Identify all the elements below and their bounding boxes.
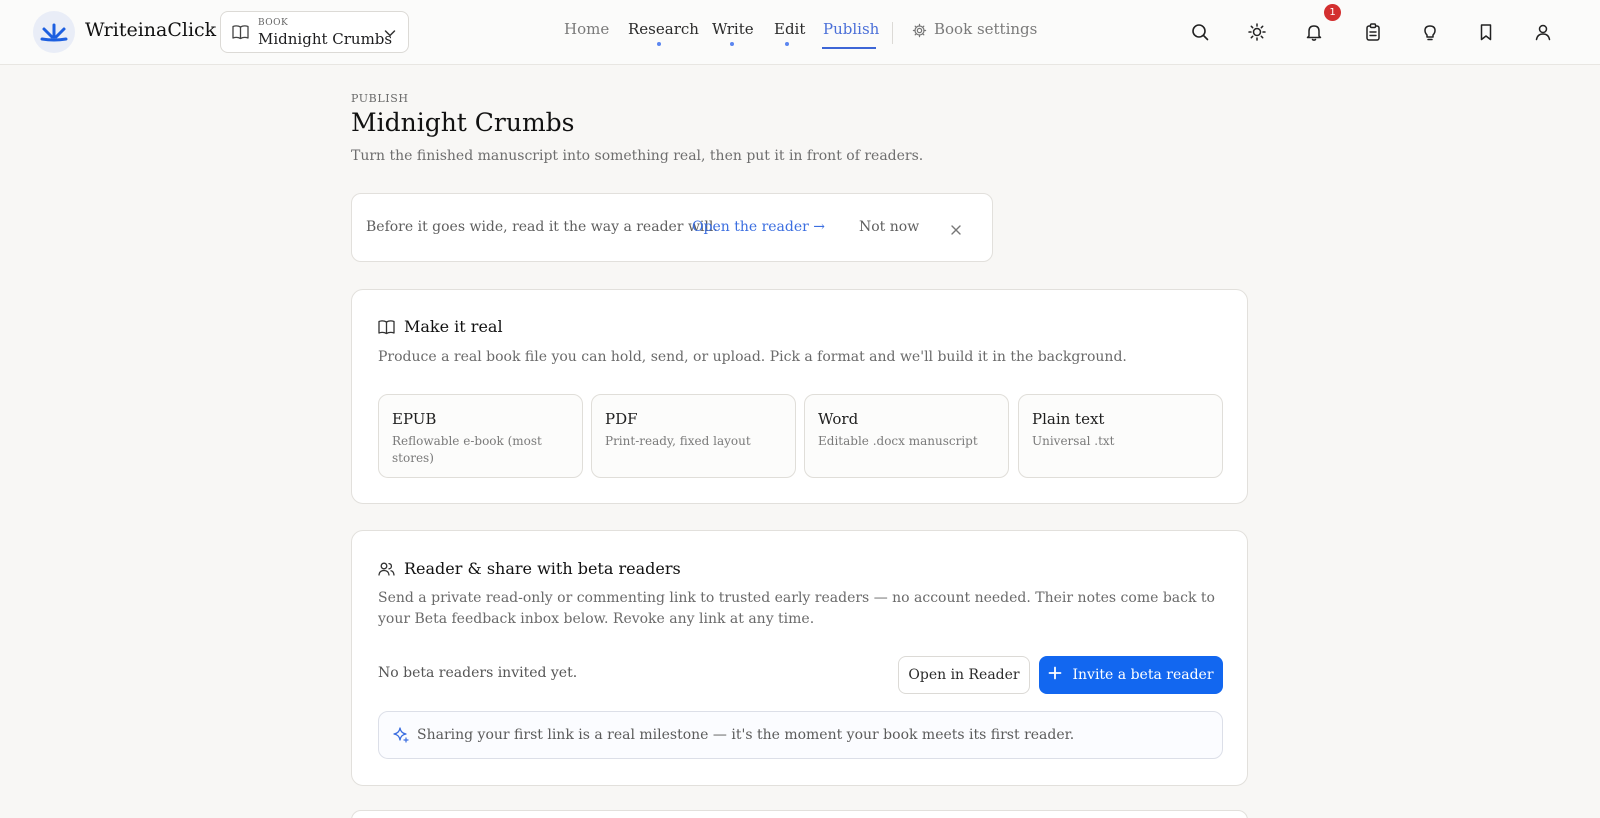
invite-beta-reader-button[interactable]: Invite a beta reader <box>1039 656 1223 694</box>
format-plain-text[interactable]: Plain text Universal .txt <box>1018 394 1223 478</box>
book-settings-label: Book settings <box>934 20 1038 38</box>
beta-readers-card: Reader & share with beta readers Send a … <box>351 530 1248 786</box>
beta-readers-empty-state: No beta readers invited yet. <box>378 665 578 681</box>
nav-publish[interactable]: Publish <box>823 20 879 38</box>
book-settings-link[interactable]: Book settings <box>912 20 1037 38</box>
format-epub[interactable]: EPUB Reflowable e-book (most stores) <box>378 394 583 478</box>
format-name: EPUB <box>392 410 437 428</box>
search-icon[interactable] <box>1189 21 1211 43</box>
nav-edit-dot <box>785 42 789 46</box>
nav-research-dot <box>657 42 661 46</box>
format-pdf[interactable]: PDF Print-ready, fixed layout <box>591 394 796 478</box>
invite-beta-reader-label: Invite a beta reader <box>1072 667 1214 683</box>
format-word[interactable]: Word Editable .docx manuscript <box>804 394 1009 478</box>
format-name: Plain text <box>1032 410 1105 428</box>
book-open-icon <box>232 24 249 44</box>
beta-readers-description: Send a private read-only or commenting l… <box>378 590 1215 627</box>
app-name[interactable]: WriteinaClick <box>85 19 216 41</box>
make-it-real-card: Make it real Produce a real book file yo… <box>351 289 1248 504</box>
format-description: Universal .txt <box>1032 434 1115 448</box>
clipboard-icon[interactable] <box>1362 21 1384 43</box>
plus-icon <box>1048 666 1062 684</box>
book-open-icon <box>378 319 395 339</box>
nav-write[interactable]: Write <box>712 20 754 38</box>
page-subtitle: Turn the finished manuscript into someth… <box>351 148 924 164</box>
not-now-button[interactable]: Not now <box>859 219 919 235</box>
bookmark-icon[interactable] <box>1475 21 1497 43</box>
reader-banner: Before it goes wide, read it the way a r… <box>351 193 993 262</box>
top-bar: WriteinaClick BOOK Midnight Crumbs Home … <box>0 0 1600 65</box>
book-selector[interactable]: BOOK Midnight Crumbs <box>220 11 409 53</box>
nav-research[interactable]: Research <box>628 20 699 38</box>
milestone-note: Sharing your first link is a real milest… <box>378 711 1223 759</box>
next-card <box>351 810 1248 818</box>
nav-active-underline <box>822 47 876 49</box>
page-title: Midnight Crumbs <box>351 108 575 137</box>
make-it-real-description: Produce a real book file you can hold, s… <box>378 349 1127 365</box>
user-icon[interactable] <box>1532 21 1554 43</box>
page-kicker: PUBLISH <box>351 92 409 105</box>
nav-divider <box>892 22 893 44</box>
milestone-text: Sharing your first link is a real milest… <box>417 727 1075 743</box>
book-selector-title: Midnight Crumbs <box>258 30 393 48</box>
banner-text: Before it goes wide, read it the way a r… <box>366 219 718 235</box>
gear-icon <box>912 23 927 42</box>
beta-readers-title: Reader & share with beta readers <box>404 559 681 578</box>
format-description: Reflowable e-book (most stores) <box>392 434 542 465</box>
nav-write-dot <box>730 42 734 46</box>
theme-sun-icon[interactable] <box>1246 21 1268 43</box>
format-name: Word <box>818 410 859 428</box>
app-logo-icon[interactable] <box>33 11 75 53</box>
book-selector-label: BOOK <box>258 18 289 28</box>
notification-badge: 1 <box>1324 4 1341 21</box>
nav-home[interactable]: Home <box>564 20 609 38</box>
open-in-reader-button[interactable]: Open in Reader <box>898 656 1030 694</box>
make-it-real-title: Make it real <box>404 317 503 336</box>
nav-edit[interactable]: Edit <box>774 20 805 38</box>
users-icon <box>378 561 395 581</box>
close-icon[interactable] <box>950 221 962 240</box>
chevron-down-icon <box>383 25 397 44</box>
format-name: PDF <box>605 410 638 428</box>
sparkle-icon <box>392 726 410 748</box>
open-reader-link[interactable]: Open the reader → <box>692 219 825 235</box>
lightbulb-icon[interactable] <box>1419 21 1441 43</box>
format-description: Print-ready, fixed layout <box>605 434 751 448</box>
bell-icon[interactable] <box>1303 21 1325 43</box>
format-description: Editable .docx manuscript <box>818 434 978 448</box>
